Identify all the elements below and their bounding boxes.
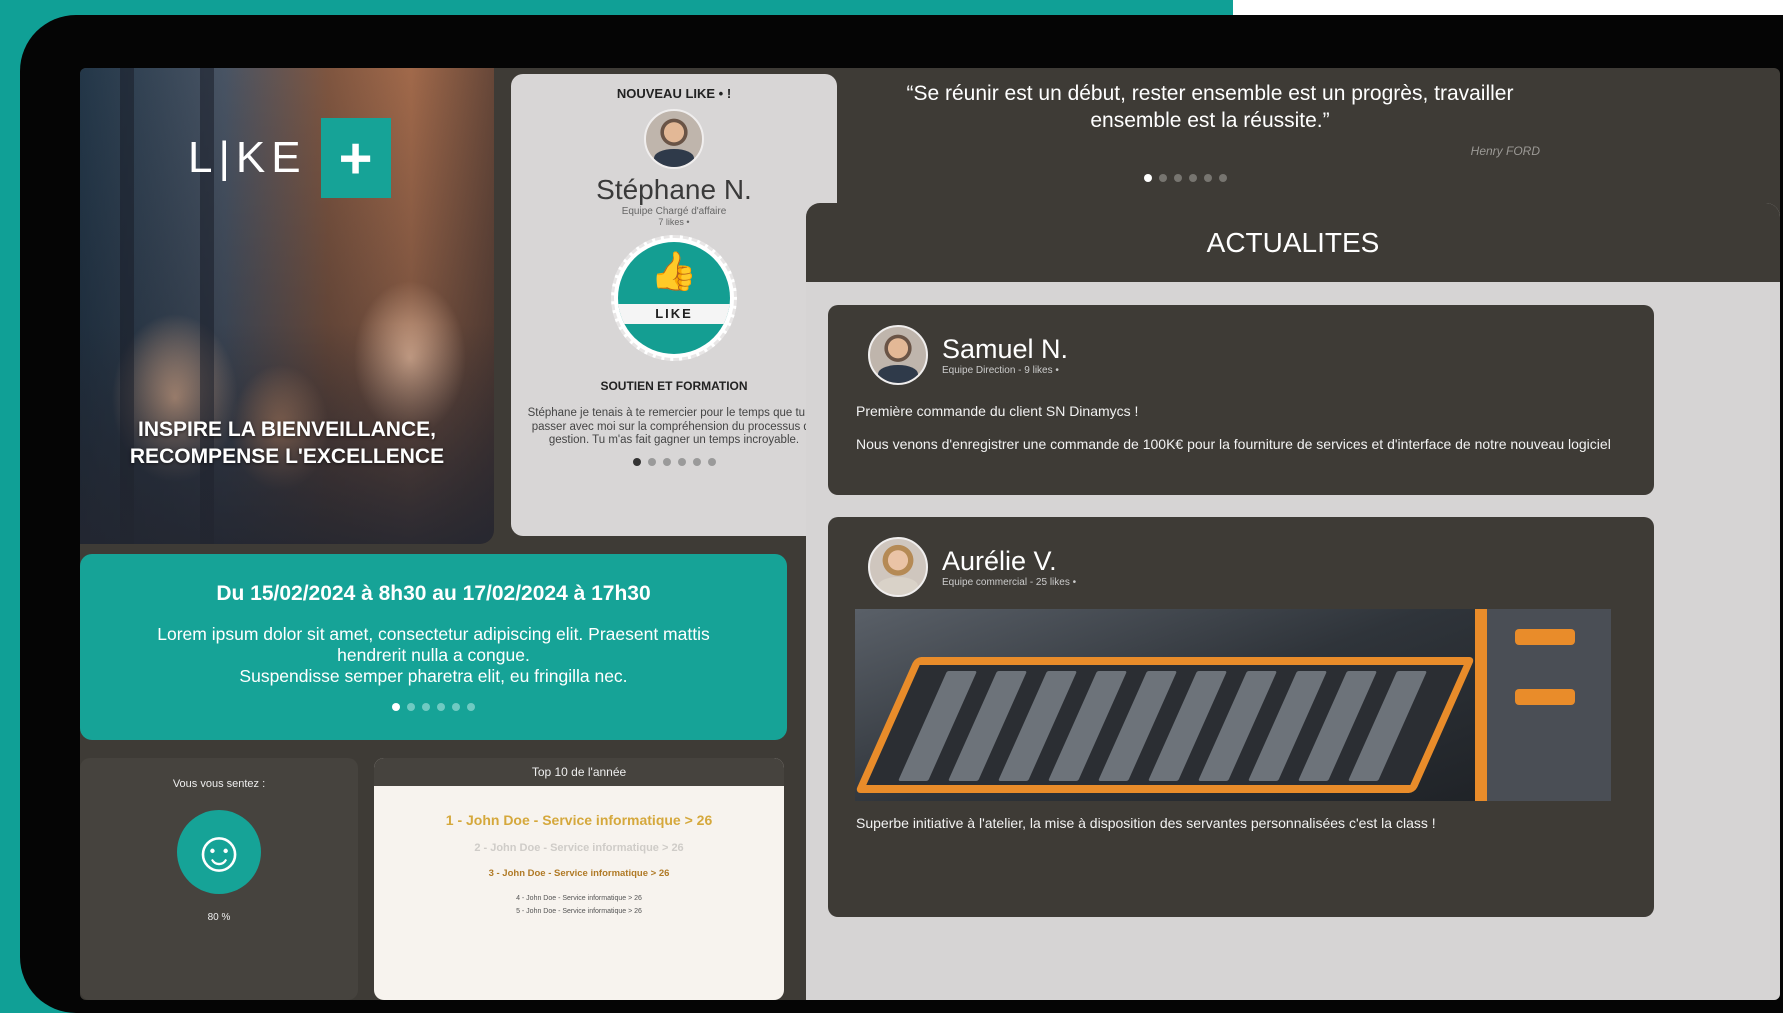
event-card[interactable]: Du 15/02/2024 à 8h30 au 17/02/2024 à 17h… xyxy=(80,554,787,740)
mood-widget: Vous vous sentez : ☺ 80 % xyxy=(80,758,358,1000)
carousel-dot[interactable] xyxy=(662,457,671,466)
drawer-shape xyxy=(855,657,1476,793)
top10-entry: 1 - John Doe - Service informatique > 26 xyxy=(445,812,713,828)
post-author-name: Aurélie V. xyxy=(942,546,1057,576)
new-like-category: SOUTIEN ET FORMATION xyxy=(600,379,748,393)
post-author-team: Equipe Direction - 9 likes • xyxy=(942,365,1059,376)
carousel-dot[interactable] xyxy=(392,703,400,711)
dashboard-screen: L|KE + INSPIRE LA BIENVEILLANCE, RECOMPE… xyxy=(80,68,1780,1000)
avatar xyxy=(868,537,928,597)
top10-widget: Top 10 de l'année 1 - John Doe - Service… xyxy=(374,758,784,1000)
news-post[interactable]: Aurélie V. Equipe commercial - 25 likes … xyxy=(828,517,1654,917)
post-author-name: Samuel N. xyxy=(942,334,1069,364)
new-like-team: Equipe Chargé d'affaire xyxy=(621,206,727,217)
avatar xyxy=(868,325,928,385)
event-description-line-1: Lorem ipsum dolor sit amet, consectetur … xyxy=(157,624,710,665)
carousel-dot[interactable] xyxy=(467,703,475,711)
logo-plus-box: + xyxy=(320,118,391,198)
logo-text: L|KE xyxy=(188,133,307,182)
new-like-card[interactable]: NOUVEAU LIKE • ! Stéphane N. Equipe Char… xyxy=(511,74,837,536)
carousel-dot[interactable] xyxy=(1218,174,1227,182)
hero-tagline: INSPIRE LA BIENVEILLANCE, RECOMPENSE L'E… xyxy=(80,416,494,470)
carousel-dot[interactable] xyxy=(707,457,716,466)
post-body: Superbe initiative à l'atelier, la mise … xyxy=(828,801,1654,832)
carousel-dot[interactable] xyxy=(1188,174,1197,182)
carousel-dot[interactable] xyxy=(452,703,460,711)
carousel-dot[interactable] xyxy=(407,703,415,711)
top10-entry: 4 - John Doe - Service informatique > 26 xyxy=(516,895,642,902)
new-like-count: 7 likes • xyxy=(658,217,690,227)
like-plus-logo: L|KE + xyxy=(188,118,391,198)
mood-title: Vous vous sentez : xyxy=(172,778,266,790)
post-text: Nous venons d'enregistrer une commande d… xyxy=(856,436,1611,452)
new-like-name: Stéphane N. xyxy=(596,174,752,205)
quote-carousel-dots xyxy=(1125,174,1245,182)
post-image-tool-drawer[interactable] xyxy=(855,609,1611,801)
top10-entry: 5 - John Doe - Service informatique > 26 xyxy=(516,908,642,915)
top10-entry: 2 - John Doe - Service informatique > 26 xyxy=(474,842,684,854)
carousel-dot[interactable] xyxy=(692,457,701,466)
post-text: Première commande du client SN Dinamycs … xyxy=(856,403,1139,419)
carousel-dot[interactable] xyxy=(632,457,641,466)
event-carousel-dots xyxy=(80,703,787,711)
new-like-message: Stéphane je tenais à te remercier pour l… xyxy=(527,407,821,446)
mood-percentage: 80 % xyxy=(207,912,231,923)
event-description: Lorem ipsum dolor sit amet, consectetur … xyxy=(80,624,787,687)
hero-tagline-line-1: INSPIRE LA BIENVEILLANCE, xyxy=(138,418,436,441)
carousel-dot[interactable] xyxy=(1173,174,1182,182)
carousel-dot[interactable] xyxy=(677,457,686,466)
quote-author: Henry FORD xyxy=(1470,144,1540,158)
tablet-frame: L|KE + INSPIRE LA BIENVEILLANCE, RECOMPE… xyxy=(20,15,1783,1013)
news-post[interactable]: Samuel N. Equipe Direction - 9 likes • P… xyxy=(828,305,1654,495)
hero-banner: L|KE + INSPIRE LA BIENVEILLANCE, RECOMPE… xyxy=(80,68,494,544)
avatar xyxy=(644,109,704,169)
event-date-range: Du 15/02/2024 à 8h30 au 17/02/2024 à 17h… xyxy=(216,582,651,605)
new-like-carousel-dots xyxy=(511,457,837,466)
carousel-dot[interactable] xyxy=(1143,174,1152,182)
top10-title: Top 10 de l'année xyxy=(374,758,784,786)
new-like-title: NOUVEAU LIKE • ! xyxy=(616,86,732,101)
post-body: Première commande du client SN Dinamycs … xyxy=(828,385,1654,453)
event-description-line-2: Suspendisse semper pharetra elit, eu fri… xyxy=(239,666,628,686)
carousel-dot[interactable] xyxy=(1203,174,1212,182)
carousel-dot[interactable] xyxy=(437,703,445,711)
like-badge-label: LIKE xyxy=(618,304,730,324)
post-author-team: Equipe commercial - 25 likes • xyxy=(942,577,1077,588)
cabinet-shape xyxy=(1475,609,1611,801)
news-title: ACTUALITES xyxy=(806,203,1780,282)
top10-entry: 3 - John Doe - Service informatique > 26 xyxy=(488,868,670,879)
carousel-dot[interactable] xyxy=(647,457,656,466)
like-badge: 👍 LIKE xyxy=(611,235,737,361)
news-panel: ACTUALITES Samuel N. Equipe Direction - … xyxy=(806,203,1780,1000)
smiley-icon[interactable]: ☺ xyxy=(177,810,261,894)
carousel-dot[interactable] xyxy=(422,703,430,711)
hero-tagline-line-2: RECOMPENSE L'EXCELLENCE xyxy=(129,445,445,468)
carousel-dot[interactable] xyxy=(1158,174,1167,182)
thumbs-up-icon: 👍 xyxy=(650,251,698,293)
post-text: Superbe initiative à l'atelier, la mise … xyxy=(856,815,1436,831)
quote-text: “Se réunir est un début, rester ensemble… xyxy=(906,82,1514,132)
